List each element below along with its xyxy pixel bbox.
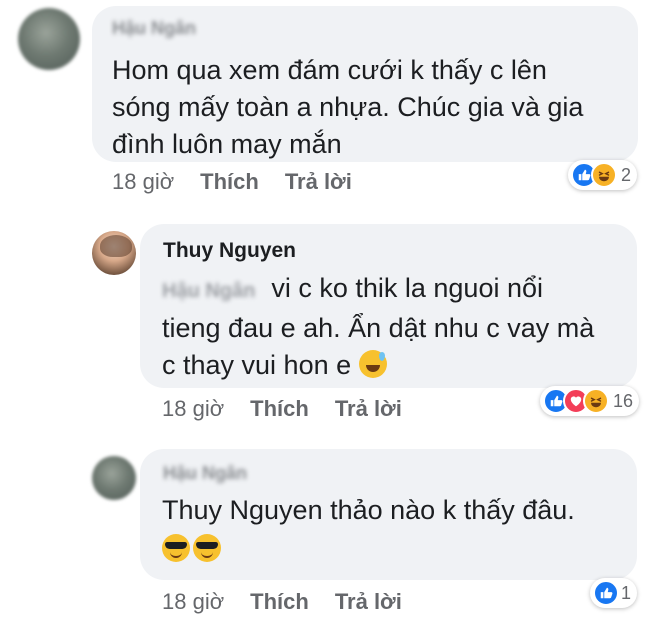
haha-icon — [591, 162, 617, 188]
grinning-sweat-emoji-icon — [358, 350, 387, 378]
commenter-avatar[interactable] — [18, 8, 80, 70]
comment-text: Thuy Nguyen thảo nào k thấy đâu. — [162, 492, 575, 568]
comment-actions: 18 giờ Thích Trả lời — [162, 589, 428, 615]
sunglasses-emoji-icon — [193, 534, 221, 562]
comment-author[interactable]: Hậu Ngân — [163, 463, 247, 484]
reply-link[interactable]: Trả lời — [335, 589, 402, 615]
mention-tag[interactable]: Hậu Ngân — [162, 280, 255, 302]
comment-timestamp[interactable]: 18 giờ — [112, 169, 174, 195]
comment-actions: 18 giờ Thích Trả lời — [112, 169, 378, 195]
comment-bubble: Thuy Nguyen Hậu Ngân vi c ko thik la nguo… — [140, 224, 637, 388]
reaction-summary[interactable]: 16 — [540, 386, 640, 416]
haha-icon — [583, 388, 609, 414]
reaction-count: 16 — [613, 390, 634, 411]
reaction-count: 2 — [621, 164, 632, 185]
like-link[interactable]: Thích — [250, 396, 309, 422]
like-icon — [593, 580, 619, 606]
comment-actions: 18 giờ Thích Trả lời — [162, 396, 428, 422]
commenter-avatar[interactable] — [92, 456, 136, 500]
comment-timestamp[interactable]: 18 giờ — [162, 589, 224, 615]
like-link[interactable]: Thích — [250, 589, 309, 615]
reply-link[interactable]: Trả lời — [285, 169, 352, 195]
comment-bubble: Hậu Ngân Thuy Nguyen thảo nào k thấy đâu… — [140, 449, 637, 580]
like-link[interactable]: Thích — [200, 169, 259, 195]
comment-text: Hậu Ngân vi c ko thik la nguoi nổi tieng … — [162, 273, 595, 380]
comment-timestamp[interactable]: 18 giờ — [162, 396, 224, 422]
comment-author[interactable]: Thuy Nguyen — [163, 239, 296, 263]
reaction-summary[interactable]: 1 — [590, 578, 638, 608]
reaction-summary[interactable]: 2 — [568, 160, 638, 190]
comment-bubble: Hậu Ngân Hom qua xem đám cưới k thấy c l… — [92, 6, 638, 162]
comment-text: Hom qua xem đám cưới k thấy c lên sóng m… — [112, 55, 584, 159]
reaction-count: 1 — [621, 582, 632, 603]
sunglasses-emoji-icon — [162, 534, 190, 562]
reply-link[interactable]: Trả lời — [335, 396, 402, 422]
commenter-avatar[interactable] — [92, 231, 136, 275]
comment-author[interactable]: Hậu Ngân — [112, 18, 196, 39]
